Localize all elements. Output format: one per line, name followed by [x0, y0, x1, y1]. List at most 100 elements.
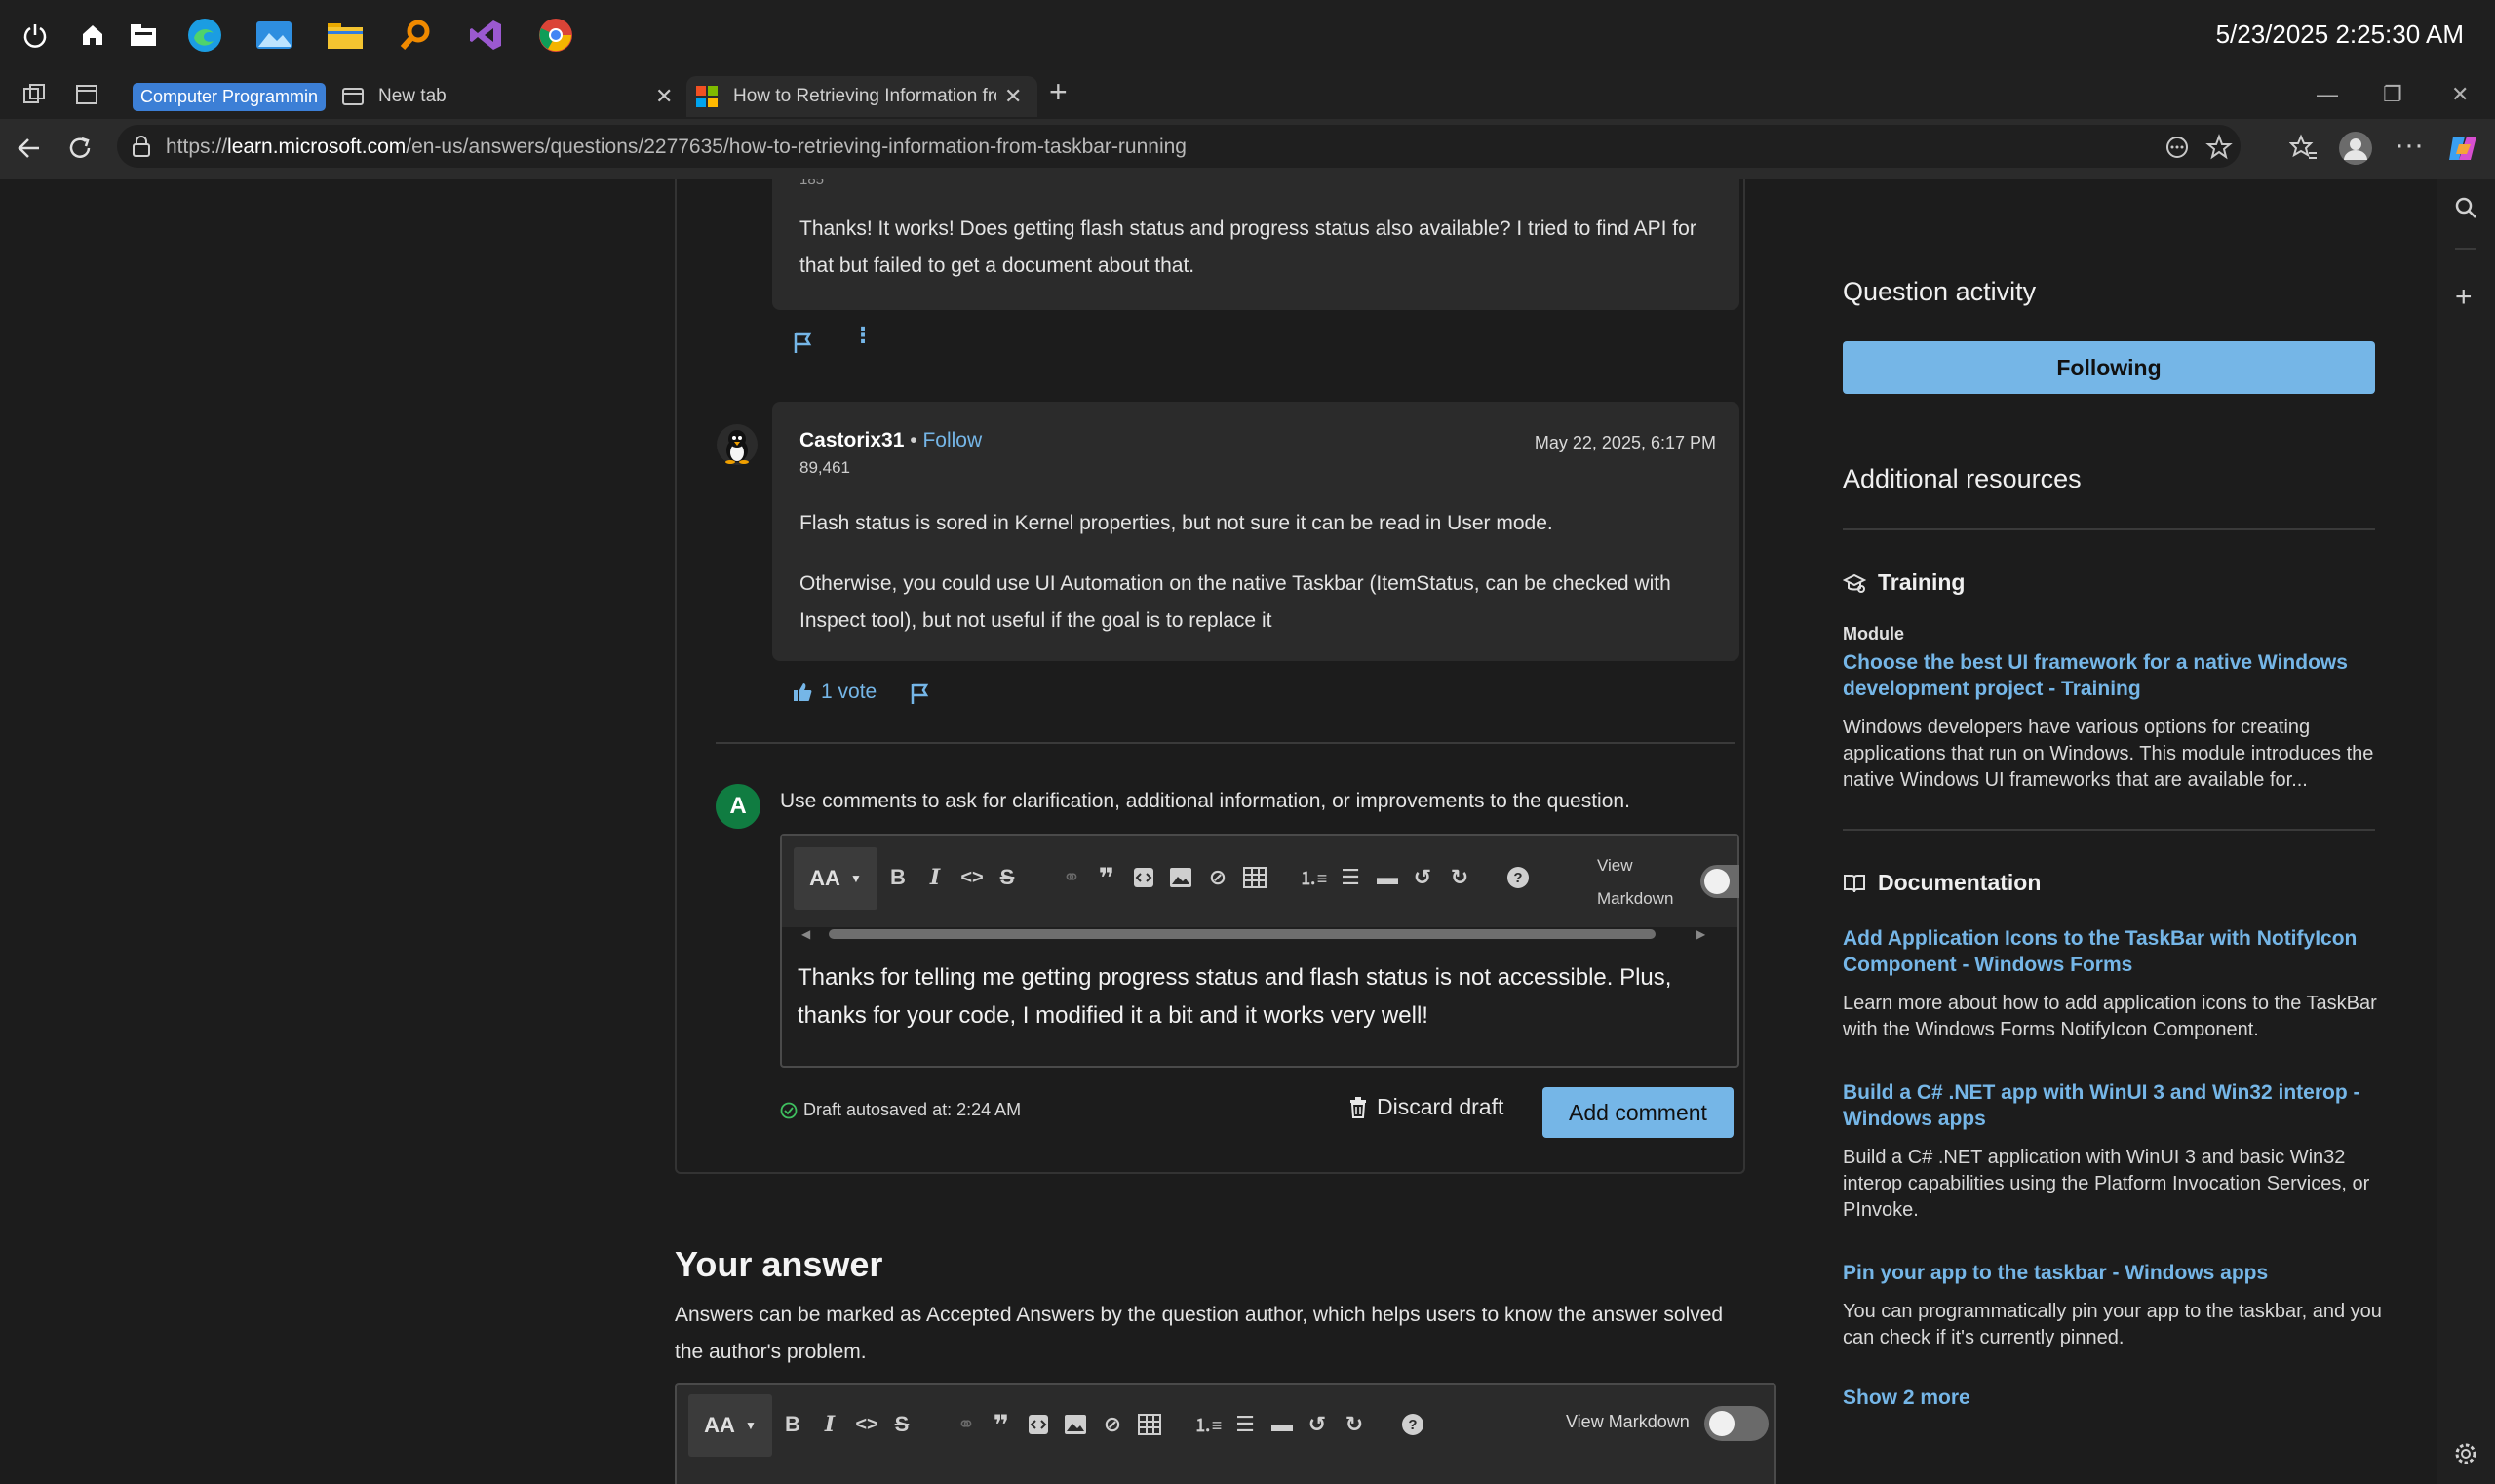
- embed-link-icon[interactable]: ⊘: [1098, 1410, 1127, 1439]
- quote-icon[interactable]: ❞: [1092, 863, 1121, 893]
- horizontal-rule-icon[interactable]: ▬: [1267, 1410, 1297, 1439]
- link-icon[interactable]: ⚭: [1057, 863, 1086, 892]
- view-markdown-toggle[interactable]: [1700, 865, 1739, 898]
- undo-icon[interactable]: ↺: [1303, 1410, 1332, 1439]
- tab-computer-programming[interactable]: Computer Programmin: [133, 76, 328, 117]
- discard-draft-button[interactable]: Discard draft: [1347, 1094, 1503, 1120]
- bold-icon[interactable]: B: [883, 863, 913, 892]
- additional-resources-title: Additional resources: [1843, 464, 2082, 493]
- power-icon[interactable]: [14, 14, 57, 57]
- training-module-link[interactable]: Choose the best UI framework for a nativ…: [1843, 649, 2389, 702]
- bold-icon[interactable]: B: [778, 1410, 807, 1439]
- favorite-star-icon[interactable]: [2205, 134, 2233, 161]
- table-icon[interactable]: [1135, 1410, 1164, 1439]
- chrome-icon[interactable]: [534, 14, 577, 57]
- redo-icon[interactable]: ↻: [1340, 1410, 1369, 1439]
- tab-actions-icon[interactable]: [74, 82, 99, 107]
- documentation-link[interactable]: Build a C# .NET app with WinUI 3 and Win…: [1843, 1079, 2389, 1132]
- scroll-right-icon[interactable]: ▶: [1696, 927, 1705, 941]
- author-name[interactable]: Castorix31: [799, 429, 904, 451]
- lock-icon[interactable]: [131, 135, 152, 158]
- strikethrough-icon[interactable]: S: [887, 1410, 916, 1439]
- edge-browser-icon[interactable]: [183, 14, 226, 57]
- following-button[interactable]: Following: [1843, 341, 2375, 394]
- address-bar[interactable]: https://learn.microsoft.com/en-us/answer…: [117, 125, 2241, 168]
- favorites-icon[interactable]: [2289, 134, 2319, 163]
- view-markdown-label: View Markdown: [1597, 856, 1674, 908]
- text-format-dropdown[interactable]: AA ▼: [794, 847, 877, 910]
- close-tab-icon[interactable]: ✕: [655, 84, 673, 109]
- close-window-icon[interactable]: ✕: [2451, 82, 2469, 107]
- file-explorer-icon[interactable]: [122, 14, 165, 57]
- tab-group-label: Computer Programmin: [133, 82, 326, 111]
- link-icon[interactable]: ⚭: [952, 1410, 981, 1439]
- your-answer-title: Your answer: [675, 1244, 883, 1284]
- documentation-description: Learn more about how to add application …: [1843, 993, 2377, 1040]
- tab-label: How to Retrieving Information fro: [733, 86, 996, 106]
- documentation-link[interactable]: Add Application Icons to the TaskBar wit…: [1843, 925, 2389, 978]
- add-comment-button[interactable]: Add comment: [1542, 1087, 1734, 1138]
- page-content: 185 Thanks! It works! Does getting flash…: [6, 179, 2418, 1484]
- refresh-icon[interactable]: [66, 135, 94, 162]
- avatar[interactable]: [716, 423, 759, 466]
- minimize-icon[interactable]: —: [2317, 82, 2338, 107]
- documentation-link[interactable]: Pin your app to the taskbar - Windows ap…: [1843, 1260, 2389, 1286]
- report-flag-icon[interactable]: [792, 332, 813, 355]
- toolbar-scrollbar[interactable]: [829, 929, 1656, 939]
- horizontal-rule-icon[interactable]: ▬: [1373, 863, 1402, 892]
- search-tool-icon[interactable]: [394, 14, 437, 57]
- code-icon[interactable]: <>: [852, 1410, 881, 1439]
- back-icon[interactable]: [16, 135, 43, 162]
- show-more-link[interactable]: Show 2 more: [1843, 1385, 2389, 1411]
- scroll-left-icon[interactable]: ◀: [801, 927, 810, 941]
- home-icon[interactable]: [71, 14, 114, 57]
- numbered-list-icon[interactable]: ⒈≡: [1193, 1410, 1223, 1439]
- answer-date: May 22, 2025, 6:17 PM: [1534, 433, 1716, 452]
- tab-new-tab[interactable]: New tab ✕: [341, 76, 682, 117]
- reader-mode-icon[interactable]: [2164, 135, 2190, 160]
- embed-link-icon[interactable]: ⊘: [1203, 863, 1232, 892]
- bulleted-list-icon[interactable]: ☰: [1336, 863, 1365, 892]
- folder-icon[interactable]: [324, 14, 367, 57]
- follow-link[interactable]: Follow: [922, 429, 982, 451]
- numbered-list-icon[interactable]: ⒈≡: [1299, 863, 1328, 892]
- view-markdown-toggle[interactable]: [1704, 1406, 1769, 1441]
- help-icon[interactable]: ?: [1503, 863, 1533, 892]
- text-format-dropdown[interactable]: AA ▼: [688, 1394, 772, 1457]
- code-block-icon[interactable]: [1024, 1410, 1053, 1439]
- comment-reputation: 185: [799, 179, 825, 188]
- photos-icon[interactable]: [253, 14, 295, 57]
- strikethrough-icon[interactable]: S: [993, 863, 1022, 892]
- redo-icon[interactable]: ↻: [1445, 863, 1474, 892]
- workspaces-icon[interactable]: [21, 82, 47, 107]
- settings-gear-icon[interactable]: [2453, 1441, 2478, 1466]
- visual-studio-icon[interactable]: [464, 14, 507, 57]
- close-tab-icon[interactable]: ✕: [1004, 84, 1022, 109]
- more-options-icon[interactable]: ···: [2395, 129, 2424, 162]
- search-icon[interactable]: [2453, 195, 2478, 220]
- undo-icon[interactable]: ↺: [1408, 863, 1437, 892]
- code-icon[interactable]: <>: [957, 863, 987, 892]
- report-flag-icon[interactable]: [909, 683, 930, 706]
- training-module-description: Windows developers have various options …: [1843, 717, 2374, 791]
- more-actions-icon[interactable]: ⋮: [852, 325, 874, 346]
- quote-icon[interactable]: ❞: [987, 1410, 1016, 1440]
- help-icon[interactable]: ?: [1398, 1410, 1427, 1439]
- vote-button[interactable]: 1 vote: [792, 681, 877, 704]
- italic-icon[interactable]: I: [920, 863, 950, 892]
- new-tab-plus-icon[interactable]: +: [1049, 74, 1068, 110]
- edge-sidebar: +: [2437, 179, 2495, 1484]
- code-block-icon[interactable]: [1129, 863, 1158, 892]
- image-icon[interactable]: [1061, 1410, 1090, 1439]
- comment-textarea[interactable]: Thanks for telling me getting progress s…: [798, 958, 1714, 1035]
- documentation-description: Build a C# .NET application with WinUI 3…: [1843, 1147, 2370, 1221]
- copilot-icon[interactable]: [2445, 131, 2480, 166]
- italic-icon[interactable]: I: [815, 1410, 844, 1439]
- image-icon[interactable]: [1166, 863, 1195, 892]
- add-sidebar-app-icon[interactable]: +: [2455, 283, 2473, 312]
- restore-icon[interactable]: ❐: [2383, 82, 2402, 107]
- profile-avatar-icon[interactable]: [2338, 131, 2373, 166]
- tab-active-question[interactable]: How to Retrieving Information fro ✕: [686, 76, 1037, 117]
- bulleted-list-icon[interactable]: ☰: [1230, 1410, 1260, 1439]
- table-icon[interactable]: [1240, 863, 1269, 892]
